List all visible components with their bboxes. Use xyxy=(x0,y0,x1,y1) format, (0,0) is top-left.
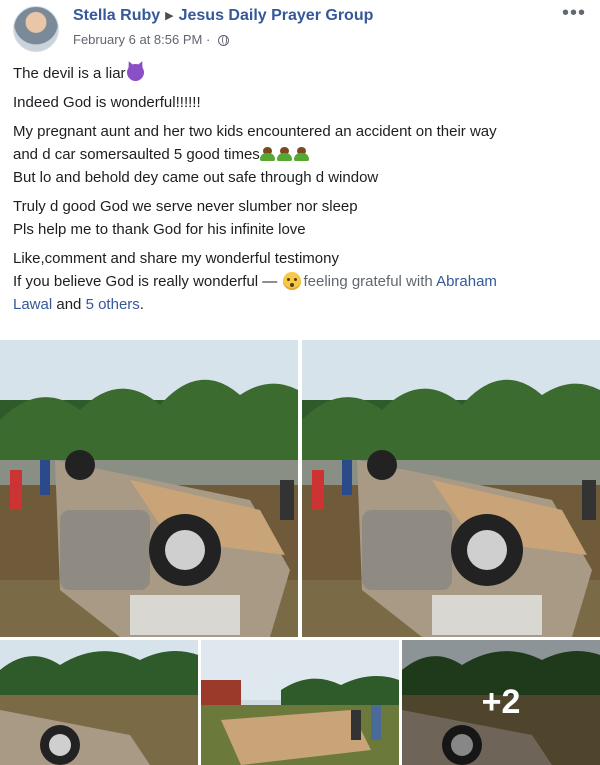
and-text: and xyxy=(56,296,82,313)
paragraph-3: My pregnant aunt and her two kids encoun… xyxy=(13,120,588,189)
post-timestamp[interactable]: February 6 at 8:56 PM xyxy=(73,32,202,47)
text-line: But lo and behold dey came out safe thro… xyxy=(13,169,379,186)
author-name[interactable]: Stella Ruby xyxy=(73,7,160,24)
paragraph-2: Indeed God is wonderful!!!!!! xyxy=(13,91,588,114)
text-line: Like,comment and share my wonderful test… xyxy=(13,250,339,267)
text-line: Pls help me to thank God for his infinit… xyxy=(13,221,306,238)
tagged-person-link-continued[interactable]: Lawal xyxy=(13,296,52,313)
paragraph-4: Truly d good God we serve never slumber … xyxy=(13,195,588,241)
photo-3[interactable] xyxy=(0,640,198,765)
praying-emoji-icon xyxy=(276,147,292,161)
accident-photo-image xyxy=(0,340,298,637)
more-photos-count[interactable]: +2 xyxy=(402,640,600,765)
text-line: The devil is a liar xyxy=(13,65,126,82)
right-triangle-icon: ▶ xyxy=(165,10,174,22)
photo-2[interactable] xyxy=(302,340,600,637)
text-line: If you believe God is really wonderful — xyxy=(13,273,278,290)
photo-5[interactable]: +2 xyxy=(402,640,600,765)
paragraph-1: The devil is a liar xyxy=(13,62,588,85)
post-header: Stella Ruby ▶ Jesus Daily Prayer Group Feb… xyxy=(0,0,600,58)
praying-emoji-icon xyxy=(259,147,275,161)
others-link[interactable]: 5 others xyxy=(86,296,140,313)
post-text: The devil is a liar Indeed God is wonder… xyxy=(13,62,588,322)
accident-photo-image xyxy=(0,640,198,765)
praying-emoji-icon xyxy=(293,147,309,161)
photo-grid: +2 xyxy=(0,340,600,765)
photo-4[interactable] xyxy=(201,640,399,765)
author-avatar[interactable] xyxy=(13,6,59,52)
tagged-person-first: Abraham xyxy=(436,273,497,290)
accident-photo-image xyxy=(201,640,399,765)
period: . xyxy=(139,296,144,313)
tagged-person-link[interactable]: Abraham xyxy=(436,273,497,290)
accident-photo-image xyxy=(302,340,600,637)
paragraph-5: Like,comment and share my wonderful test… xyxy=(13,247,588,316)
more-options-button[interactable]: ••• xyxy=(562,2,586,25)
photo-1[interactable] xyxy=(0,340,298,637)
author-line: Stella Ruby ▶ Jesus Daily Prayer Group xyxy=(73,7,373,25)
text-line: and d car somersaulted 5 good times xyxy=(13,146,260,163)
text-line: Indeed God is wonderful!!!!!! xyxy=(13,94,201,111)
grateful-emoji-icon xyxy=(283,272,302,290)
group-name[interactable]: Jesus Daily Prayer Group xyxy=(179,7,374,24)
devil-emoji-icon xyxy=(126,64,144,81)
feeling-text: feeling grateful with xyxy=(303,273,433,290)
text-line: Truly d good God we serve never slumber … xyxy=(13,198,358,215)
post-meta: February 6 at 8:56 PM · xyxy=(73,32,229,47)
globe-icon xyxy=(217,35,229,46)
text-line: My pregnant aunt and her two kids encoun… xyxy=(13,123,497,140)
tagged-person-last: Lawal xyxy=(13,296,53,313)
